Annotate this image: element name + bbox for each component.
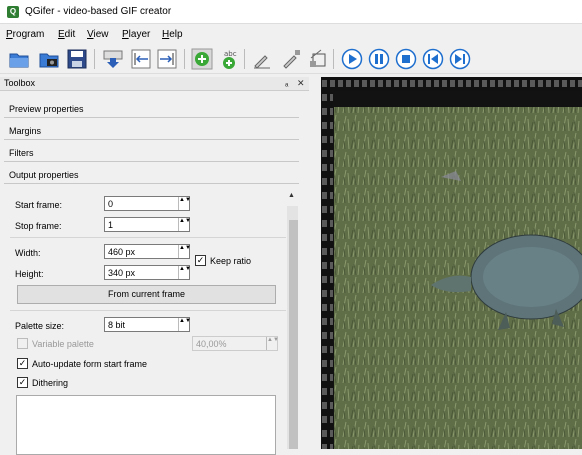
- width-value: 460 px: [108, 247, 136, 257]
- open-video-icon[interactable]: [38, 48, 60, 70]
- dock-float-icon[interactable]: ₐ: [285, 78, 288, 88]
- next-frame-icon[interactable]: [449, 48, 471, 70]
- set-start-icon[interactable]: [130, 48, 152, 70]
- stop-frame-value: 1: [108, 220, 114, 230]
- spin-arrows-icon[interactable]: ▲▼: [266, 337, 279, 350]
- section-label: Filters: [9, 148, 34, 158]
- spin-arrows-icon[interactable]: ▲▼: [178, 266, 191, 279]
- title-bar: Q QGifer - video-based GIF creator: [0, 0, 582, 24]
- stop-frame-label: Stop frame:: [15, 221, 62, 231]
- scroll-up-icon[interactable]: ▲: [288, 192, 295, 199]
- toolbar: abc: [0, 44, 582, 74]
- scroll-track[interactable]: [287, 206, 298, 449]
- section-margins[interactable]: Margins: [4, 122, 299, 140]
- toolbar-separator: [184, 49, 185, 69]
- play-icon[interactable]: [341, 48, 363, 70]
- section-label: Margins: [9, 126, 42, 136]
- qgifer-app-icon: Q: [7, 6, 19, 18]
- window-title: QGifer - video-based GIF creator: [25, 6, 172, 17]
- start-frame-label: Start frame:: [15, 200, 63, 210]
- menu-player[interactable]: Player: [122, 29, 150, 40]
- toolbar-separator: [333, 49, 334, 69]
- auto-update-label: Auto-update form start frame: [32, 359, 148, 369]
- height-spinbox[interactable]: 340 px ▲▼: [104, 265, 191, 280]
- spin-arrows-icon[interactable]: ▲▼: [178, 197, 191, 210]
- svg-text:abc: abc: [224, 50, 237, 58]
- toolbar-separator: [244, 49, 245, 69]
- preview-textbox[interactable]: [16, 395, 276, 455]
- toolbox-scrollbar[interactable]: ▲: [286, 190, 299, 449]
- add-text-icon[interactable]: abc: [218, 48, 240, 70]
- toolbox-dock-title: Toolbox ₐ ✕: [0, 77, 309, 91]
- crop-icon[interactable]: [307, 48, 329, 70]
- menu-view[interactable]: View: [87, 29, 109, 40]
- dock-splitter[interactable]: [309, 77, 321, 449]
- height-value: 340 px: [108, 268, 136, 278]
- section-label: Preview properties: [9, 104, 84, 114]
- width-spinbox[interactable]: 460 px ▲▼: [104, 244, 191, 259]
- pause-icon[interactable]: [368, 48, 390, 70]
- dock-close-icon[interactable]: ✕: [297, 78, 305, 89]
- dithering-label: Dithering: [32, 378, 69, 388]
- edit-icon[interactable]: [251, 48, 273, 70]
- section-preview-properties[interactable]: Preview properties: [4, 100, 299, 118]
- extract-icon[interactable]: [102, 48, 124, 70]
- video-frame-image: [321, 77, 582, 449]
- variable-palette-checkbox[interactable]: [17, 338, 28, 349]
- palette-size-value: 8 bit: [108, 320, 126, 330]
- section-label: Output properties: [9, 170, 79, 180]
- menu-help[interactable]: Help: [162, 29, 183, 40]
- dithering-checkbox[interactable]: ✓: [17, 377, 28, 388]
- spin-arrows-icon[interactable]: ▲▼: [178, 218, 191, 231]
- open-folder-icon[interactable]: [8, 48, 30, 70]
- stop-icon[interactable]: [395, 48, 417, 70]
- start-frame-spinbox[interactable]: 0 ▲▼: [104, 196, 191, 211]
- prev-frame-icon[interactable]: [422, 48, 444, 70]
- height-label: Height:: [15, 269, 44, 279]
- variable-palette-spinbox[interactable]: 40,00% ▲▼: [192, 336, 279, 351]
- menu-program[interactable]: Program: [6, 29, 44, 40]
- video-preview[interactable]: [321, 77, 582, 449]
- section-output-properties[interactable]: Output properties: [4, 166, 299, 184]
- width-label: Width:: [15, 248, 41, 258]
- menu-edit[interactable]: Edit: [58, 29, 75, 40]
- start-frame-value: 0: [108, 199, 114, 209]
- keep-ratio-label: Keep ratio: [210, 256, 252, 266]
- menu-bar: Program Edit View Player Help: [0, 27, 582, 43]
- spin-arrows-icon[interactable]: ▲▼: [178, 245, 191, 258]
- add-object-icon[interactable]: [191, 48, 213, 70]
- divider: [10, 237, 286, 238]
- from-current-frame-button[interactable]: From current frame: [17, 285, 276, 304]
- variable-palette-label: Variable palette: [32, 339, 94, 349]
- variable-palette-value: 40,00%: [196, 339, 227, 349]
- save-icon[interactable]: [66, 48, 88, 70]
- edit-2-icon[interactable]: [280, 48, 302, 70]
- palette-size-spinbox[interactable]: 8 bit ▲▼: [104, 317, 191, 332]
- output-properties-panel: Start frame: 0 ▲▼ Stop frame: 1 ▲▼ Width…: [4, 190, 299, 455]
- scroll-thumb[interactable]: [289, 220, 298, 449]
- toolbox-title: Toolbox: [4, 78, 36, 88]
- stop-frame-spinbox[interactable]: 1 ▲▼: [104, 217, 191, 232]
- toolbar-separator: [94, 49, 95, 69]
- palette-size-label: Palette size:: [15, 321, 65, 331]
- divider: [10, 310, 286, 311]
- spin-arrows-icon[interactable]: ▲▼: [178, 318, 191, 331]
- section-filters[interactable]: Filters: [4, 144, 299, 162]
- auto-update-checkbox[interactable]: ✓: [17, 358, 28, 369]
- set-end-icon[interactable]: [156, 48, 178, 70]
- keep-ratio-checkbox[interactable]: ✓: [195, 255, 206, 266]
